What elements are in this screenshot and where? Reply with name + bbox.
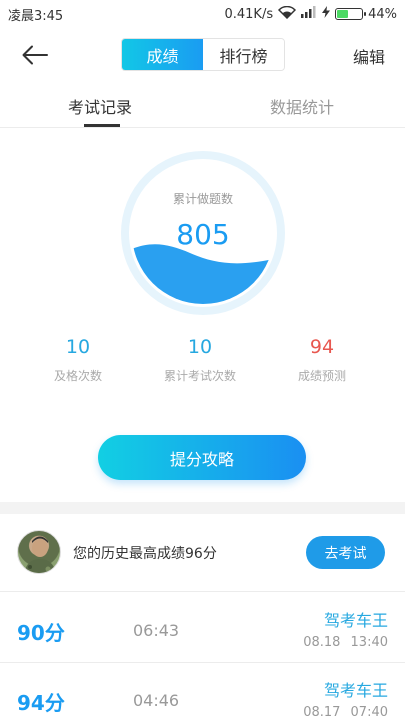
exam-record-row[interactable]: 94分 04:46 驾考车王 08.17 07:40 (0, 663, 405, 720)
edit-button[interactable]: 编辑 (353, 44, 385, 68)
exam-record-row[interactable]: 90分 06:43 驾考车王 08.18 13:40 (0, 593, 405, 663)
stat-value: 94 (309, 336, 335, 358)
tab-exam-records[interactable]: 考试记录 (68, 94, 132, 118)
section-divider (0, 502, 405, 514)
subtabs: 考试记录 数据统计 (0, 82, 405, 128)
stat-exam-count: 10 累计考试次数 (140, 336, 260, 384)
wifi-icon (278, 5, 297, 23)
tab-indicator (84, 124, 120, 127)
gauge-label: 累计做题数 (172, 192, 233, 206)
tab-scores[interactable]: 成绩 (122, 39, 203, 70)
record-source: 驾考车王 (323, 611, 388, 630)
record-score: 90分 (17, 621, 65, 645)
record-source: 驾考车王 (323, 681, 388, 700)
best-score-row: 您的历史最高成绩96分 去考试 (0, 514, 405, 592)
stat-label: 成绩预测 (297, 369, 346, 383)
record-date: 08.18 13:40 (303, 635, 388, 650)
status-time: 凌晨3:45 (8, 8, 64, 24)
tab-data-statistics[interactable]: 数据统计 (270, 94, 334, 118)
stat-value: 10 (65, 336, 91, 358)
gauge-value: 805 (176, 218, 230, 251)
back-button[interactable] (20, 40, 50, 70)
avatar[interactable] (17, 530, 61, 574)
stat-pass-count: 10 及格次数 (18, 336, 138, 384)
record-duration: 04:46 (133, 691, 180, 710)
record-duration: 06:43 (133, 621, 180, 640)
stat-score-prediction: 94 成绩预测 (262, 336, 382, 384)
stat-label: 累计考试次数 (163, 369, 236, 383)
back-arrow-icon (22, 45, 48, 65)
stat-label: 及格次数 (53, 369, 102, 383)
best-score-text: 您的历史最高成绩96分 (73, 546, 217, 562)
network-speed: 0.41K/s (224, 6, 274, 22)
segmented-control: 成绩 排行榜 (121, 38, 285, 71)
record-date: 08.17 07:40 (303, 705, 388, 720)
status-bar: 凌晨3:45 0.41K/s 44% (0, 0, 405, 28)
battery-icon (335, 8, 367, 20)
battery-percent: 44% (368, 6, 397, 22)
charging-icon (322, 6, 331, 22)
status-icons: 0.41K/s 44% (224, 5, 397, 23)
progress-gauge: 累计做题数 805 (120, 150, 286, 316)
stats-row: 10 及格次数 10 累计考试次数 94 成绩预测 (0, 336, 405, 396)
tab-leaderboard[interactable]: 排行榜 (203, 39, 284, 70)
stat-value: 10 (187, 336, 213, 358)
signal-icon (301, 6, 317, 22)
take-exam-button[interactable]: 去考试 (306, 536, 385, 569)
improve-score-button[interactable]: 提分攻略 (98, 435, 306, 480)
record-score: 94分 (17, 691, 65, 715)
header: 成绩 排行榜 编辑 (0, 28, 405, 82)
